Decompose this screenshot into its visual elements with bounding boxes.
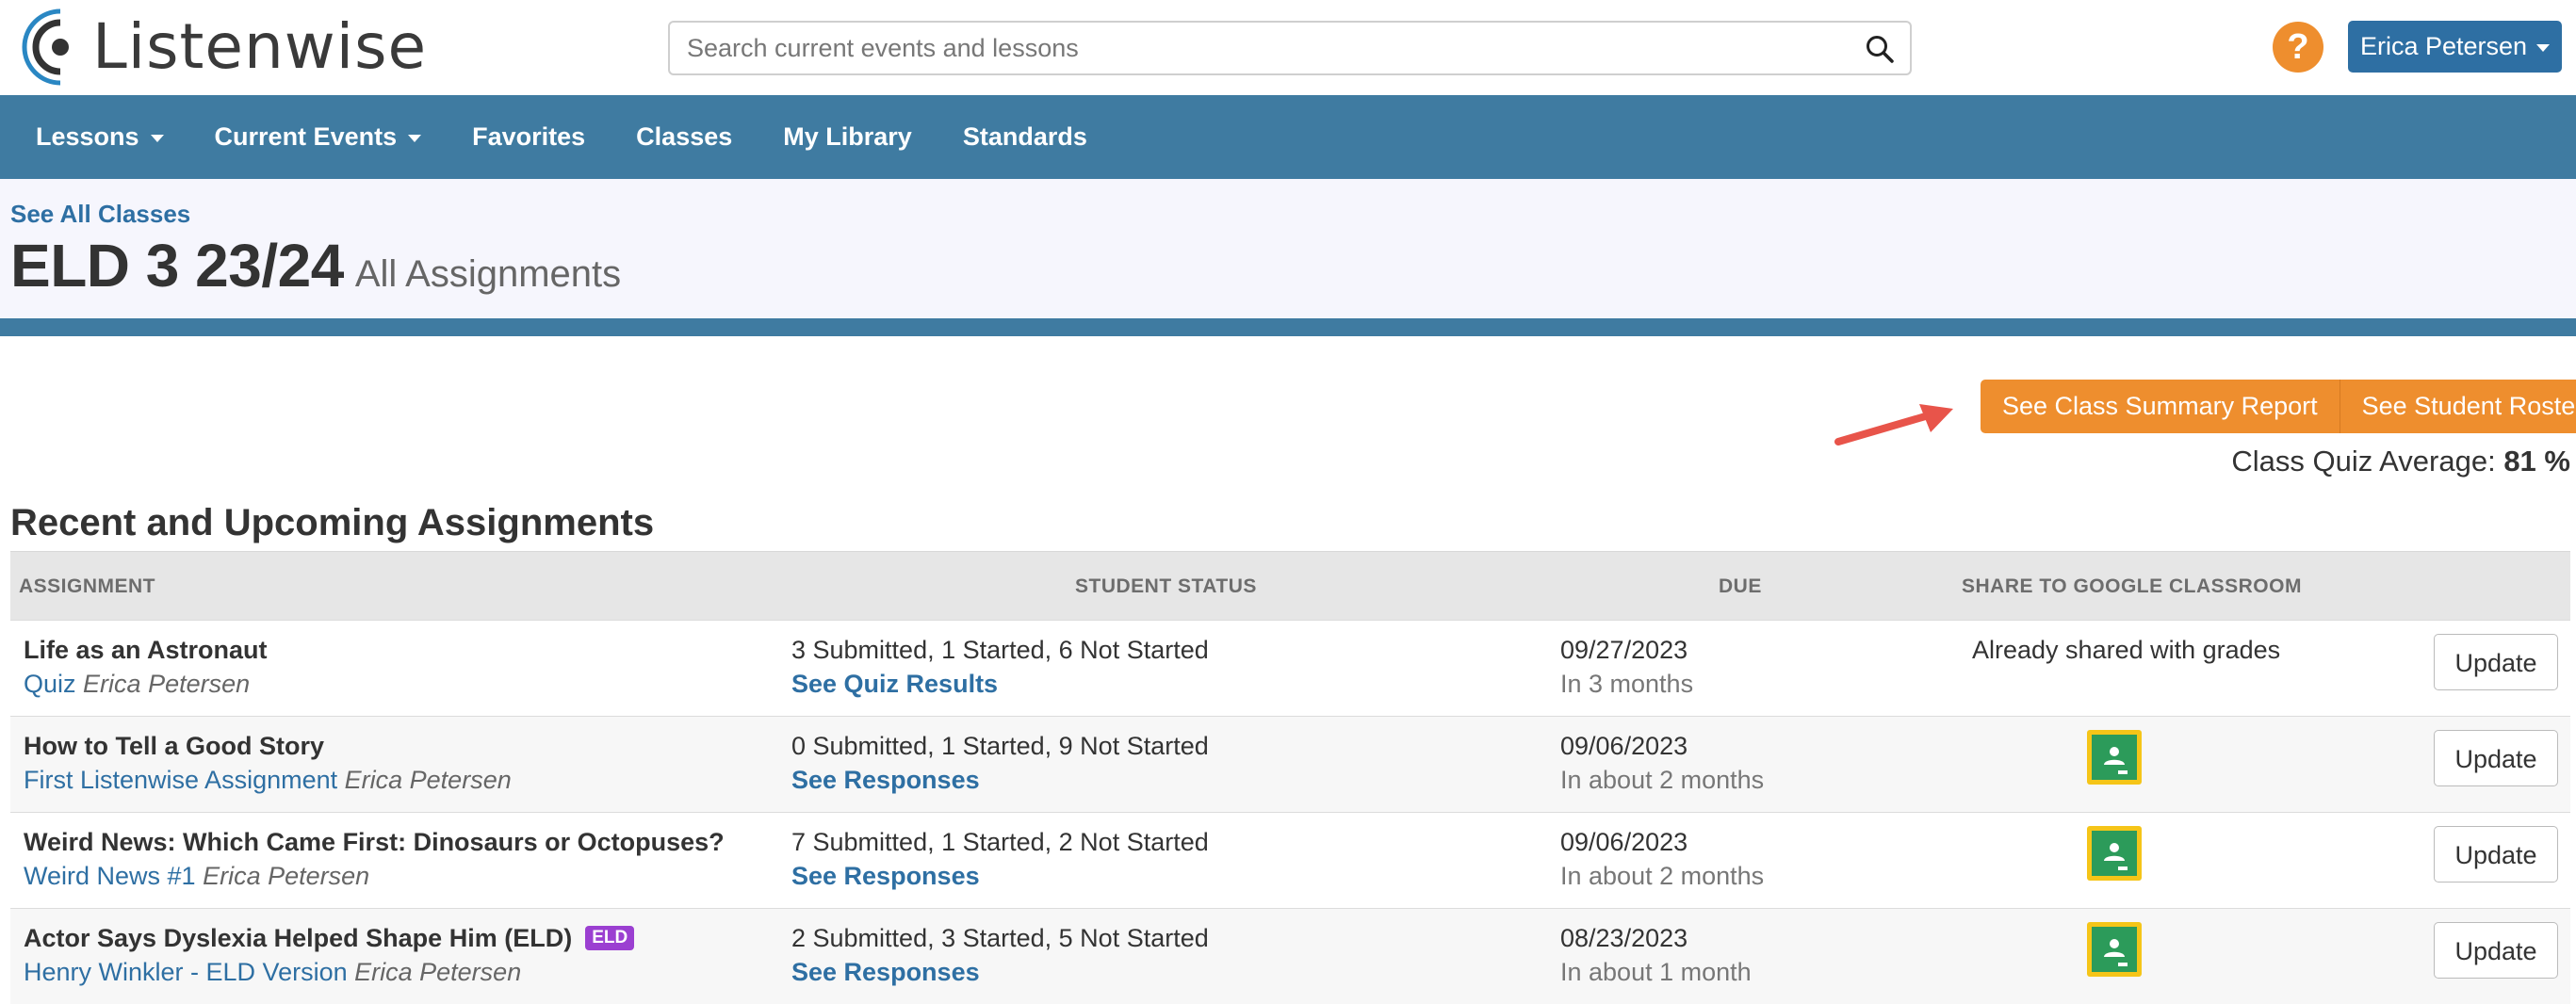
due-date: 08/23/2023 bbox=[1560, 924, 1688, 952]
update-button[interactable]: Update bbox=[2434, 730, 2558, 786]
nav-current-events[interactable]: Current Events bbox=[215, 122, 422, 152]
header-divider bbox=[0, 318, 2576, 336]
student-status: 2 Submitted, 3 Started, 5 Not Started bbox=[791, 924, 1209, 952]
column-header-student-status: STUDENT STATUS bbox=[1075, 575, 1257, 597]
table-header: ASSIGNMENT STUDENT STATUS DUE SHARE TO G… bbox=[10, 551, 2570, 620]
table-row: Weird News: Which Came First: Dinosaurs … bbox=[10, 812, 2570, 908]
student-status: 7 Submitted, 1 Started, 2 Not Started bbox=[791, 828, 1209, 856]
nav-classes[interactable]: Classes bbox=[636, 122, 732, 152]
assignment-title: Actor Says Dyslexia Helped Shape Him (EL… bbox=[24, 924, 635, 953]
assignment-author: Erica Petersen bbox=[83, 670, 251, 698]
chevron-down-icon bbox=[408, 134, 422, 142]
google-classroom-icon[interactable] bbox=[2087, 730, 2142, 785]
assignment-type-link[interactable]: Quiz bbox=[24, 670, 76, 698]
due-relative: In 3 months bbox=[1560, 670, 1694, 698]
nav-my-library[interactable]: My Library bbox=[783, 122, 912, 152]
quiz-average-label: Class Quiz Average: bbox=[2231, 445, 2496, 478]
annotation-arrow-icon bbox=[1834, 404, 1953, 445]
person-icon bbox=[2104, 747, 2128, 774]
student-status: 3 Submitted, 1 Started, 6 Not Started bbox=[791, 636, 1209, 664]
google-classroom-icon-inner bbox=[2092, 927, 2137, 972]
logo-mark-icon bbox=[22, 8, 69, 86]
google-classroom-icon-inner bbox=[2092, 831, 2137, 876]
assignment-title-link[interactable]: Actor Says Dyslexia Helped Shape Him (EL… bbox=[24, 924, 572, 952]
due-relative: In about 2 months bbox=[1560, 766, 1765, 794]
assignment-type: Weird News #1 Erica Petersen bbox=[24, 862, 369, 891]
update-button[interactable]: Update bbox=[2434, 634, 2558, 690]
assignment-title[interactable]: Life as an Astronaut bbox=[24, 636, 268, 665]
chevron-down-icon bbox=[2536, 43, 2551, 52]
google-classroom-icon[interactable] bbox=[2087, 922, 2142, 977]
section-title: Recent and Upcoming Assignments bbox=[10, 502, 655, 543]
student-status: 0 Submitted, 1 Started, 9 Not Started bbox=[791, 732, 1209, 760]
nav-standards[interactable]: Standards bbox=[963, 122, 1087, 152]
see-student-roster-button[interactable]: See Student Roster bbox=[2339, 380, 2576, 433]
top-bar: Listenwise ? Erica Petersen bbox=[0, 0, 2576, 95]
table-row: Life as an Astronaut Quiz Erica Petersen… bbox=[10, 620, 2570, 716]
column-header-share: SHARE TO GOOGLE CLASSROOM bbox=[1962, 575, 2302, 597]
chevron-down-icon bbox=[150, 134, 164, 142]
class-actions: See Class Summary Report See Student Ros… bbox=[1981, 380, 2576, 433]
nav-favorites[interactable]: Favorites bbox=[472, 122, 585, 152]
due-relative: In about 1 month bbox=[1560, 958, 1752, 986]
help-icon[interactable]: ? bbox=[2273, 22, 2323, 73]
column-header-assignment: ASSIGNMENT bbox=[19, 575, 156, 597]
page-title: ELD 3 23/24 All Assignments bbox=[10, 231, 621, 300]
assignment-type-link[interactable]: First Listenwise Assignment bbox=[24, 766, 337, 794]
assignment-author: Erica Petersen bbox=[203, 862, 370, 890]
see-responses-link[interactable]: See Responses bbox=[791, 958, 980, 987]
update-button[interactable]: Update bbox=[2434, 922, 2558, 979]
due-date: 09/06/2023 bbox=[1560, 828, 1688, 856]
page-subtitle: All Assignments bbox=[354, 253, 622, 295]
assignment-title[interactable]: How to Tell a Good Story bbox=[24, 732, 324, 761]
main-nav: Lessons Current Events Favorites Classes… bbox=[0, 95, 2576, 179]
table-row: Actor Says Dyslexia Helped Shape Him (EL… bbox=[10, 908, 2570, 1004]
see-all-classes-link[interactable]: See All Classes bbox=[10, 200, 190, 229]
assignment-author: Erica Petersen bbox=[344, 766, 512, 794]
assignment-type-link[interactable]: Henry Winkler - ELD Version bbox=[24, 958, 348, 986]
listenwise-logo[interactable]: Listenwise bbox=[17, 4, 427, 90]
google-classroom-icon-inner bbox=[2092, 735, 2137, 780]
assignment-type: Quiz Erica Petersen bbox=[24, 670, 250, 699]
due-relative: In about 2 months bbox=[1560, 862, 1765, 890]
assignment-title[interactable]: Weird News: Which Came First: Dinosaurs … bbox=[24, 828, 725, 857]
assignment-type: Henry Winkler - ELD Version Erica Peters… bbox=[24, 958, 521, 987]
user-name: Erica Petersen bbox=[2359, 32, 2528, 60]
assignment-author: Erica Petersen bbox=[354, 958, 522, 986]
nav-current-events-label: Current Events bbox=[214, 122, 398, 151]
see-class-summary-report-button[interactable]: See Class Summary Report bbox=[1981, 380, 2340, 433]
user-menu-button[interactable]: Erica Petersen bbox=[2348, 21, 2562, 73]
quiz-average-unit: % bbox=[2544, 445, 2570, 478]
see-quiz-results-link[interactable]: See Quiz Results bbox=[791, 670, 998, 699]
see-responses-link[interactable]: See Responses bbox=[791, 766, 980, 795]
column-header-due: DUE bbox=[1719, 575, 1762, 597]
nav-lessons[interactable]: Lessons bbox=[36, 122, 164, 152]
see-responses-link[interactable]: See Responses bbox=[791, 862, 980, 891]
assignment-type-link[interactable]: Weird News #1 bbox=[24, 862, 196, 890]
search-icon[interactable] bbox=[1865, 34, 1895, 64]
search-input[interactable] bbox=[670, 23, 1838, 73]
update-button[interactable]: Update bbox=[2434, 826, 2558, 883]
class-quiz-average: Class Quiz Average: 81 % bbox=[2231, 445, 2570, 478]
person-icon bbox=[2104, 939, 2128, 966]
logo-text: Listenwise bbox=[92, 10, 428, 83]
nav-lessons-label: Lessons bbox=[36, 122, 139, 151]
due-date: 09/27/2023 bbox=[1560, 636, 1688, 664]
due-date: 09/06/2023 bbox=[1560, 732, 1688, 760]
person-icon bbox=[2104, 843, 2128, 870]
share-status: Already shared with grades bbox=[1972, 636, 2281, 664]
search-box bbox=[668, 21, 1912, 75]
eld-badge: ELD bbox=[585, 926, 635, 950]
table-row: How to Tell a Good Story First Listenwis… bbox=[10, 716, 2570, 812]
quiz-average-value: 81 bbox=[2503, 445, 2536, 478]
class-name: ELD 3 23/24 bbox=[10, 232, 344, 300]
assignment-type: First Listenwise Assignment Erica Peters… bbox=[24, 766, 512, 795]
google-classroom-icon[interactable] bbox=[2087, 826, 2142, 881]
